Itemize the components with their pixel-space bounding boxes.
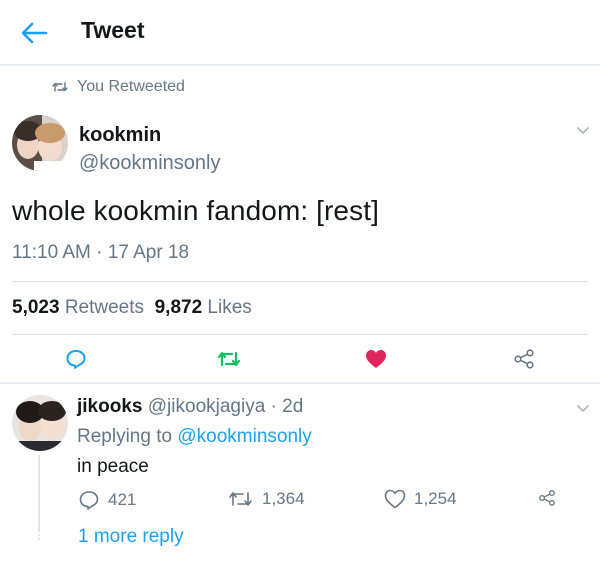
heart-outline-icon bbox=[384, 489, 406, 509]
retweet-icon bbox=[217, 351, 241, 367]
reply-header: jikooks @jikookjagiya · 2d bbox=[77, 396, 303, 418]
reply-handle-time[interactable]: @jikookjagiya · 2d bbox=[148, 396, 304, 417]
reply-like-button[interactable]: 1,254 bbox=[384, 489, 457, 509]
reply-options-button[interactable] bbox=[576, 400, 590, 418]
heart-icon bbox=[366, 350, 386, 368]
like-button[interactable] bbox=[362, 346, 390, 372]
avatar[interactable] bbox=[12, 115, 68, 171]
reply-text: in peace bbox=[77, 456, 149, 477]
share-icon bbox=[539, 490, 555, 506]
more-replies-link[interactable]: 1 more reply bbox=[78, 526, 184, 548]
divider bbox=[12, 334, 588, 335]
retweet-context-label: You Retweeted bbox=[77, 78, 185, 95]
tweet-stats: 5,023 Retweets 9,872 Likes bbox=[12, 297, 252, 319]
reply-reply-count: 421 bbox=[108, 490, 137, 509]
reply-retweet-button[interactable]: 1,364 bbox=[228, 489, 305, 509]
retweet-stat[interactable]: 5,023 Retweets bbox=[12, 297, 144, 318]
divider bbox=[12, 281, 588, 282]
reply-retweet-count: 1,364 bbox=[262, 489, 305, 508]
chevron-down-icon bbox=[577, 127, 589, 134]
replying-to-line: Replying to @kookminsonly bbox=[77, 426, 312, 448]
retweet-button[interactable] bbox=[214, 346, 244, 372]
back-button[interactable] bbox=[18, 18, 50, 48]
page-title: Tweet bbox=[81, 17, 145, 43]
back-arrow-icon bbox=[21, 22, 48, 44]
retweet-stat-label: Retweets bbox=[64, 297, 145, 318]
top-bar: Tweet bbox=[0, 0, 600, 66]
retweet-small-icon bbox=[52, 82, 68, 92]
reply-avatar[interactable] bbox=[12, 395, 68, 451]
reply-icon bbox=[66, 350, 86, 369]
reply-reply-button[interactable]: 421 bbox=[78, 489, 136, 511]
tweet-text: whole kookmin fandom: [rest] bbox=[12, 195, 379, 226]
like-stat[interactable]: 9,872 Likes bbox=[155, 297, 252, 318]
reply-avatar-image bbox=[12, 395, 68, 451]
author-handle[interactable]: @kookminsonly bbox=[79, 152, 220, 175]
replying-to-prefix: Replying to bbox=[77, 426, 173, 447]
reply-button[interactable] bbox=[62, 346, 90, 372]
reply-share-button[interactable] bbox=[538, 489, 556, 507]
share-icon bbox=[514, 349, 534, 369]
retweet-count: 5,023 bbox=[12, 297, 60, 318]
section-separator bbox=[0, 382, 600, 384]
replying-to-link[interactable]: @kookminsonly bbox=[177, 426, 311, 447]
reply-author-name[interactable]: jikooks bbox=[77, 396, 142, 417]
tweet-options-button[interactable] bbox=[576, 122, 590, 140]
like-count: 9,872 bbox=[154, 297, 203, 318]
avatar-image bbox=[12, 115, 68, 171]
retweet-context: You Retweeted bbox=[52, 78, 185, 96]
author-display-name[interactable]: kookmin bbox=[79, 124, 161, 147]
reply-icon bbox=[79, 491, 99, 510]
thread-connector bbox=[38, 455, 40, 531]
retweet-icon bbox=[229, 492, 252, 506]
share-button[interactable] bbox=[510, 346, 538, 372]
thread-connector-dots bbox=[38, 530, 40, 540]
chevron-down-icon bbox=[577, 405, 589, 412]
reply-like-count: 1,254 bbox=[414, 489, 457, 508]
tweet-timestamp[interactable]: 11:10 AM · 17 Apr 18 bbox=[12, 242, 189, 264]
like-stat-label: Likes bbox=[207, 297, 252, 318]
